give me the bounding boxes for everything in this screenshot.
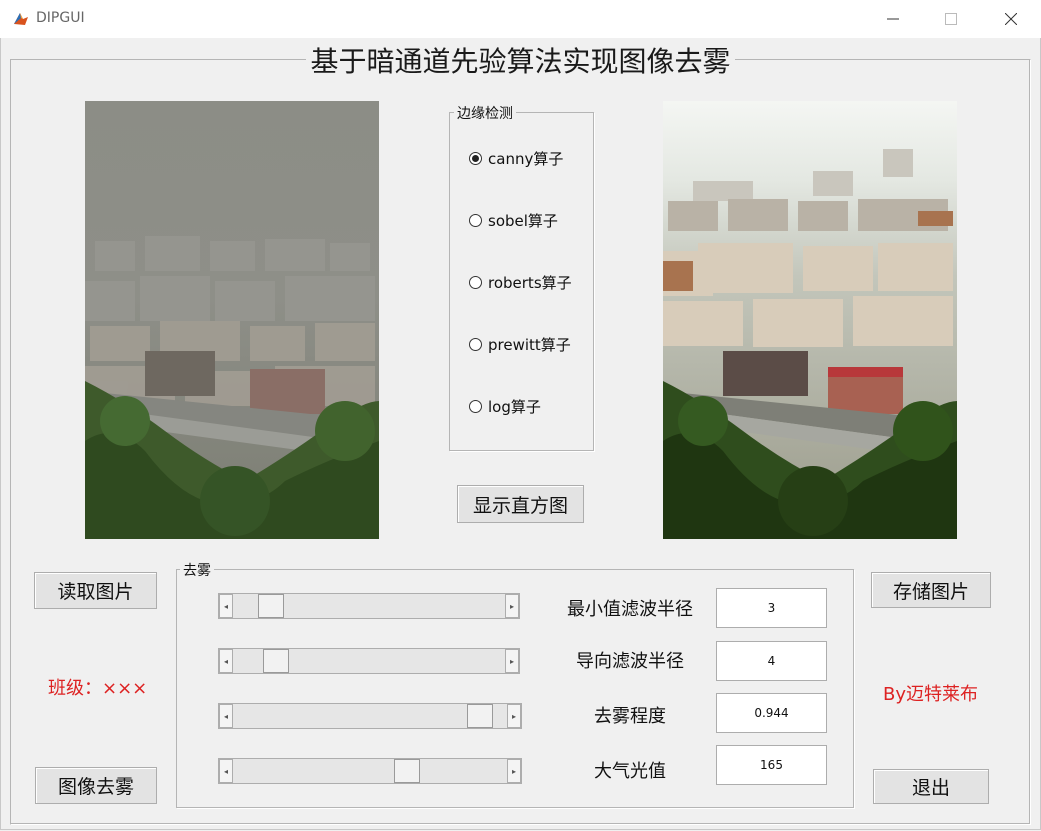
hazy-city-image (85, 101, 379, 539)
slider-thumb[interactable] (467, 704, 494, 728)
radio-label: canny算子 (488, 150, 564, 168)
maximize-icon (945, 13, 957, 25)
slider-right-arrow[interactable]: ▸ (505, 594, 519, 618)
slider-thumb[interactable] (262, 649, 289, 673)
exit-button[interactable]: 退出 (873, 769, 989, 804)
slider-left-arrow[interactable]: ◂ (219, 649, 233, 673)
page-title-text: 基于暗通道先验算法实现图像去雾 (306, 45, 735, 78)
slider-right-arrow[interactable]: ▸ (507, 759, 521, 783)
close-icon (1005, 13, 1017, 25)
radio-indicator (469, 276, 482, 289)
save-image-button[interactable]: 存储图片 (871, 572, 991, 608)
guided-filter-radius-label: 导向滤波半径 (576, 651, 684, 672)
slider-left-arrow[interactable]: ◂ (219, 704, 233, 728)
atmospheric-light-slider[interactable]: ◂ ▸ (218, 758, 522, 784)
atmospheric-light-field[interactable]: 165 (716, 745, 827, 785)
radio-indicator (469, 400, 482, 413)
class-label: 班级：××× (48, 678, 148, 699)
page-title: 基于暗通道先验算法实现图像去雾 (0, 40, 1041, 80)
radio-roberts[interactable]: roberts算子 (469, 272, 572, 293)
radio-label: prewitt算子 (488, 336, 571, 354)
slider-right-arrow[interactable]: ▸ (505, 649, 519, 673)
read-image-button[interactable]: 读取图片 (34, 572, 157, 609)
dehazed-image-axes (663, 101, 957, 539)
guided-filter-radius-field[interactable]: 4 (716, 641, 827, 681)
edge-detection-legend: 边缘检测 (454, 103, 516, 123)
dehaze-degree-field[interactable]: 0.944 (716, 693, 827, 733)
radio-label: roberts算子 (488, 274, 572, 292)
dehaze-degree-slider[interactable]: ◂ ▸ (218, 703, 522, 729)
slider-left-arrow[interactable]: ◂ (219, 594, 233, 618)
slider-left-arrow[interactable]: ◂ (219, 759, 233, 783)
radio-label: log算子 (488, 398, 541, 416)
radio-indicator (469, 152, 482, 165)
slider-thumb[interactable] (394, 759, 421, 783)
minimize-button[interactable] (870, 0, 916, 38)
radio-selected-dot (472, 155, 479, 162)
radio-canny[interactable]: canny算子 (469, 148, 563, 169)
radio-indicator (469, 338, 482, 351)
window-title: DIPGUI (36, 10, 85, 26)
original-image-axes (85, 101, 379, 539)
atmospheric-light-label: 大气光值 (594, 761, 666, 782)
minimize-icon (887, 18, 899, 20)
show-histogram-button[interactable]: 显示直方图 (457, 485, 584, 523)
author-label: By迈特莱布 (883, 684, 979, 705)
min-filter-radius-slider[interactable]: ◂ ▸ (218, 593, 520, 619)
dehazed-city-image (663, 101, 957, 539)
radio-sobel[interactable]: sobel算子 (469, 210, 558, 231)
min-filter-radius-field[interactable]: 3 (716, 588, 827, 628)
close-button[interactable] (988, 0, 1034, 38)
radio-log[interactable]: log算子 (469, 396, 541, 417)
slider-thumb[interactable] (257, 594, 284, 618)
radio-label: sobel算子 (488, 212, 558, 230)
min-filter-radius-label: 最小值滤波半径 (567, 599, 693, 620)
radio-prewitt[interactable]: prewitt算子 (469, 334, 571, 355)
maximize-button[interactable] (928, 0, 974, 38)
slider-right-arrow[interactable]: ▸ (507, 704, 521, 728)
matlab-app-icon (12, 10, 30, 28)
dehaze-legend: 去雾 (180, 560, 214, 580)
dehaze-degree-label: 去雾程度 (594, 706, 666, 727)
radio-indicator (469, 214, 482, 227)
dehaze-button[interactable]: 图像去雾 (35, 767, 157, 804)
guided-filter-radius-slider[interactable]: ◂ ▸ (218, 648, 520, 674)
